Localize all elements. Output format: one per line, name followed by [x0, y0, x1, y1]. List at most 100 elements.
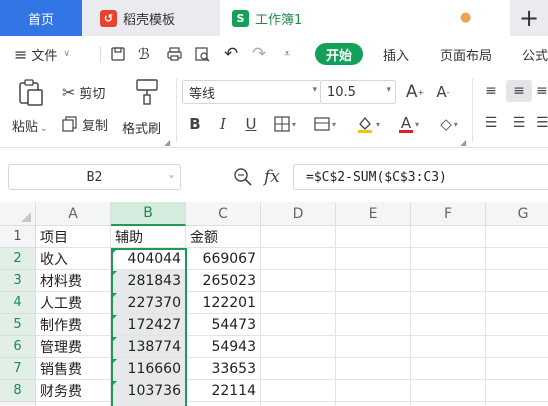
cell-g4[interactable]: [486, 292, 548, 314]
cell-a4[interactable]: 人工费: [36, 292, 111, 314]
cell-g2[interactable]: [486, 248, 548, 270]
zoom-formula-button[interactable]: [233, 167, 253, 187]
cell-c2[interactable]: 669067: [186, 248, 261, 270]
increase-font-button[interactable]: A +: [404, 80, 426, 104]
tab-formula[interactable]: 公式: [522, 36, 548, 72]
cell-b2[interactable]: 404044: [111, 248, 186, 270]
font-size-select[interactable]: 10.5 ▾: [320, 80, 396, 104]
cell-d3[interactable]: [261, 270, 336, 292]
cell-g7[interactable]: [486, 358, 548, 380]
file-menu[interactable]: ≡ 文件 ∨: [14, 36, 70, 72]
align-center-button[interactable]: ☰: [506, 112, 532, 134]
row-header[interactable]: 6: [0, 336, 36, 358]
cell-a7[interactable]: 销售费: [36, 358, 111, 380]
row-header[interactable]: 8: [0, 380, 36, 402]
cell-c1[interactable]: 金额: [186, 226, 261, 248]
cell-c8[interactable]: 22114: [186, 380, 261, 402]
cell-c4[interactable]: 122201: [186, 292, 261, 314]
cell-f2[interactable]: [411, 248, 486, 270]
cell-c6[interactable]: 54943: [186, 336, 261, 358]
print-preview-button[interactable]: [194, 36, 211, 72]
column-header-d[interactable]: D: [261, 202, 336, 226]
cell-f7[interactable]: [411, 358, 486, 380]
formula-input[interactable]: =$C$2-SUM($C$3:C3): [293, 164, 548, 190]
cell-b9[interactable]: [111, 402, 186, 406]
cell-b5[interactable]: 172427: [111, 314, 186, 336]
row-header[interactable]: 4: [0, 292, 36, 314]
cell-a2[interactable]: 收入: [36, 248, 111, 270]
cell-b7[interactable]: 116660: [111, 358, 186, 380]
cell-a1[interactable]: 项目: [36, 226, 111, 248]
cell-f3[interactable]: [411, 270, 486, 292]
cell-b8[interactable]: 103736: [111, 380, 186, 402]
underline-button[interactable]: U: [240, 112, 262, 136]
cell-f6[interactable]: [411, 336, 486, 358]
cell-f5[interactable]: [411, 314, 486, 336]
copy-button[interactable]: 复制: [62, 112, 120, 136]
cell-e6[interactable]: [336, 336, 411, 358]
align-left-button[interactable]: ☰: [480, 112, 502, 134]
tab-page-layout[interactable]: 页面布局: [440, 36, 492, 72]
insert-function-button[interactable]: fx: [264, 167, 280, 187]
tab-home[interactable]: 首页: [0, 0, 82, 36]
row-header[interactable]: 2: [0, 248, 36, 270]
select-all-corner[interactable]: [0, 202, 36, 226]
cell-c3[interactable]: 265023: [186, 270, 261, 292]
cell-e8[interactable]: [336, 380, 411, 402]
row-header[interactable]: 1: [0, 226, 36, 248]
quick-access-more[interactable]: ⩡: [284, 36, 290, 72]
tab-start[interactable]: 开始: [315, 43, 364, 65]
cell-a8[interactable]: 财务费: [36, 380, 111, 402]
cell-g1[interactable]: [486, 226, 548, 248]
cell-e7[interactable]: [336, 358, 411, 380]
align-middle-button[interactable]: ≡: [506, 80, 532, 102]
align-right-button[interactable]: ☰: [536, 112, 548, 134]
row-header[interactable]: 5: [0, 314, 36, 336]
dialog-launcher-icon[interactable]: ◢: [460, 138, 466, 147]
cell-e1[interactable]: [336, 226, 411, 248]
cell-b3[interactable]: 281843: [111, 270, 186, 292]
cell-e5[interactable]: [336, 314, 411, 336]
tab-insert[interactable]: 插入: [383, 36, 409, 72]
cell-f1[interactable]: [411, 226, 486, 248]
cell-g3[interactable]: [486, 270, 548, 292]
row-header[interactable]: [0, 402, 36, 406]
paste-button[interactable]: 粘贴 ⌄: [12, 78, 48, 144]
fill-color-button[interactable]: ▾: [350, 112, 386, 136]
cell-b4[interactable]: 227370: [111, 292, 186, 314]
align-top-button[interactable]: ≡: [480, 80, 502, 102]
clear-format-button[interactable]: ◇ ▾: [434, 112, 464, 136]
decrease-font-button[interactable]: A-: [432, 80, 454, 104]
column-header-f[interactable]: F: [411, 202, 486, 226]
row-header[interactable]: 3: [0, 270, 36, 292]
cell-d1[interactable]: [261, 226, 336, 248]
undo-button[interactable]: ↶: [224, 36, 238, 72]
cut-button[interactable]: ✂ 剪切: [62, 80, 120, 104]
name-box[interactable]: B2 ⌄: [8, 164, 181, 190]
cell-g8[interactable]: [486, 380, 548, 402]
tab-template[interactable]: ↺ 稻壳模板: [86, 0, 216, 36]
redo-button[interactable]: ↷: [252, 36, 266, 72]
export-button[interactable]: ℬ: [138, 36, 150, 72]
cell-d8[interactable]: [261, 380, 336, 402]
cell-d5[interactable]: [261, 314, 336, 336]
cell-e9[interactable]: [336, 402, 411, 406]
format-painter-button[interactable]: 格式刷: [122, 78, 172, 144]
column-header-g[interactable]: G: [486, 202, 548, 226]
cell-f8[interactable]: [411, 380, 486, 402]
bold-button[interactable]: B: [184, 112, 206, 136]
cell-a5[interactable]: 制作费: [36, 314, 111, 336]
cell-d7[interactable]: [261, 358, 336, 380]
cell-g5[interactable]: [486, 314, 548, 336]
save-button[interactable]: [110, 36, 126, 72]
column-header-a[interactable]: A: [36, 202, 111, 226]
row-header[interactable]: 7: [0, 358, 36, 380]
cell-d4[interactable]: [261, 292, 336, 314]
cell-d9[interactable]: [261, 402, 336, 406]
cell-d2[interactable]: [261, 248, 336, 270]
cell-f4[interactable]: [411, 292, 486, 314]
cell-b1[interactable]: 辅助: [111, 226, 186, 248]
print-button[interactable]: [166, 36, 183, 72]
cell-c9[interactable]: [186, 402, 261, 406]
cell-c7[interactable]: 33653: [186, 358, 261, 380]
